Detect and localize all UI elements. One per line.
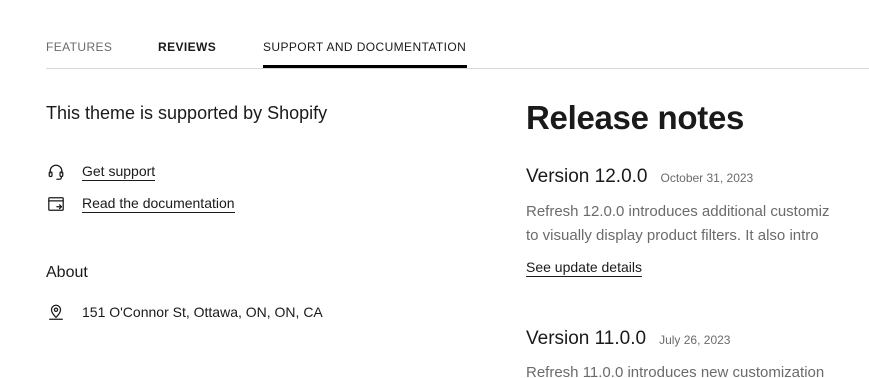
- version-header: Version 11.0.0 July 26, 2023: [526, 328, 730, 350]
- about-heading: About: [46, 264, 88, 281]
- description-line: Refresh 12.0.0 introduces additional cus…: [526, 203, 830, 220]
- read-documentation-link[interactable]: Read the documentation: [82, 195, 235, 213]
- read-documentation-row[interactable]: Read the documentation: [46, 193, 235, 215]
- tab-bar-divider: [46, 68, 869, 69]
- tab-features[interactable]: FEATURES: [46, 40, 112, 54]
- theme-details-page: FEATURES REVIEWS SUPPORT AND DOCUMENTATI…: [0, 0, 869, 378]
- support-heading: This theme is supported by Shopify: [46, 103, 328, 123]
- version-number: Version 12.0.0: [526, 166, 648, 187]
- address-row: 151 O'Connor St, Ottawa, ON, ON, CA: [46, 301, 323, 323]
- tab-reviews[interactable]: REVIEWS: [158, 40, 216, 54]
- version-header: Version 12.0.0 October 31, 2023: [526, 166, 753, 188]
- version-date: October 31, 2023: [660, 171, 754, 185]
- headset-icon: [46, 162, 66, 182]
- version-number: Version 11.0.0: [526, 328, 647, 349]
- address-text: 151 O'Connor St, Ottawa, ON, ON, CA: [82, 304, 323, 320]
- description-line: to visually display product filters. It …: [526, 227, 819, 244]
- tab-support-and-documentation[interactable]: SUPPORT AND DOCUMENTATION: [263, 40, 466, 54]
- location-pin-icon: [46, 302, 66, 322]
- documentation-icon: [46, 194, 66, 214]
- release-notes-title: Release notes: [526, 99, 745, 136]
- version-date: July 26, 2023: [659, 333, 731, 347]
- version-description: Refresh 11.0.0 introduces new customizat…: [526, 361, 869, 378]
- see-update-details-link[interactable]: See update details: [526, 259, 642, 277]
- get-support-link[interactable]: Get support: [82, 163, 156, 181]
- tab-bar: FEATURES REVIEWS SUPPORT AND DOCUMENTATI…: [46, 0, 869, 69]
- version-description: Refresh 12.0.0 introduces additional cus…: [526, 200, 869, 248]
- get-support-row[interactable]: Get support: [46, 161, 156, 183]
- description-line: Refresh 11.0.0 introduces new customizat…: [526, 364, 825, 378]
